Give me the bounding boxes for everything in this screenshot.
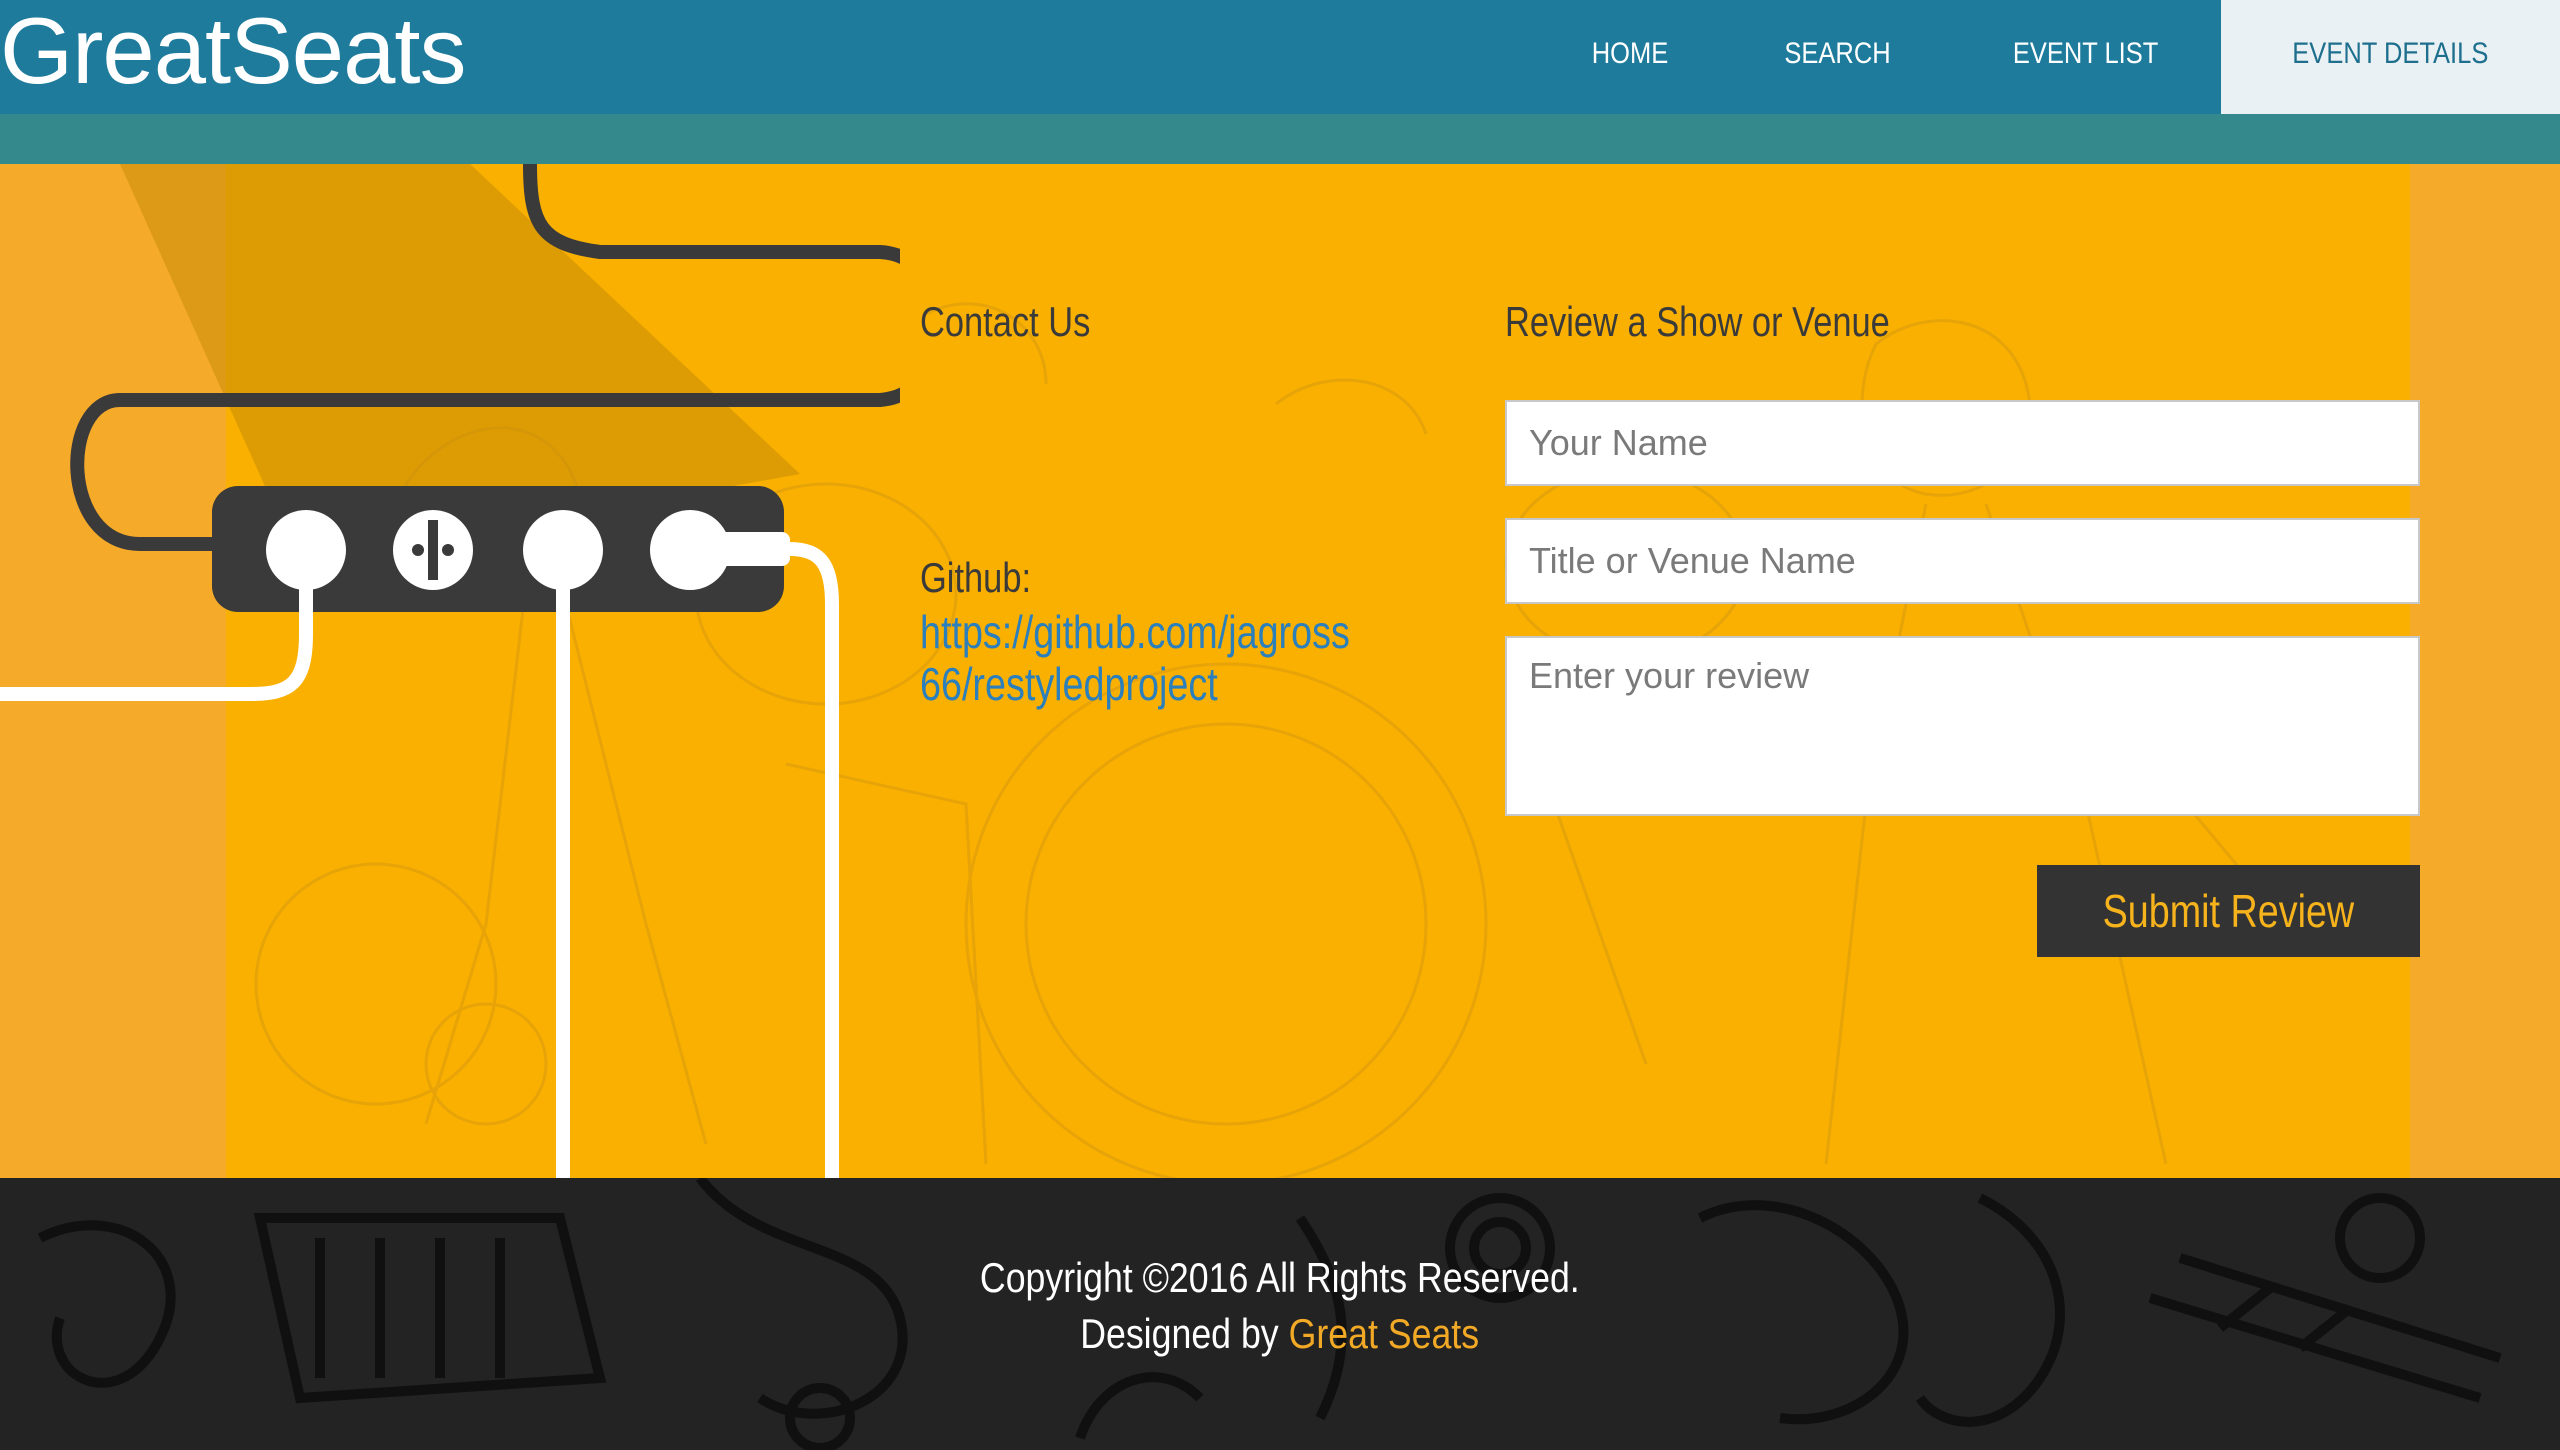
nav-item-event-list[interactable]: EVENT LIST — [1971, 0, 2201, 114]
contact-review-section: Contact Us Github: https://github.com/ja… — [0, 164, 2560, 1178]
footer-designed-line: Designed by Great Seats — [0, 1310, 2560, 1358]
footer-designed-wrap: Designed by Great Seats — [1081, 1310, 1480, 1358]
nav-item-event-details[interactable]: EVENT DETAILS — [2221, 0, 2560, 114]
name-input[interactable] — [1505, 400, 2420, 486]
review-heading: Review a Show or Venue — [1505, 298, 1890, 345]
brand-logo[interactable]: GreatSeats — [0, 0, 466, 108]
main-nav: HOME SEARCH EVENT LIST EVENT DETAILS — [1535, 0, 2560, 114]
footer-copyright: Copyright ©2016 All Rights Reserved. — [980, 1254, 1580, 1301]
nav-item-home[interactable]: HOME — [1549, 0, 1711, 114]
github-link[interactable]: https://github.com/jagross66/restyledpro… — [920, 606, 1363, 710]
footer-designer-link[interactable]: Great Seats — [1289, 1310, 1479, 1357]
contact-heading: Contact Us — [920, 298, 1091, 345]
submit-review-button[interactable]: Submit Review — [2037, 865, 2420, 957]
title-venue-input[interactable] — [1505, 518, 2420, 604]
nav-item-search[interactable]: SEARCH — [1742, 0, 1933, 114]
footer-designed-by: Designed by — [1080, 1310, 1280, 1357]
footer: Copyright ©2016 All Rights Reserved. Des… — [0, 1178, 2560, 1450]
nav-item-event-details-label: EVENT DETAILS — [2292, 37, 2489, 70]
power-strip-illustration — [0, 164, 900, 1178]
top-navbar: GreatSeats HOME SEARCH EVENT LIST EVENT … — [0, 0, 2560, 114]
github-label: Github: — [920, 554, 1032, 601]
review-textarea[interactable] — [1505, 636, 2420, 816]
header-subbar — [0, 114, 2560, 164]
submit-review-label: Submit Review — [2102, 885, 2355, 937]
footer-copyright-line: Copyright ©2016 All Rights Reserved. — [0, 1254, 2560, 1302]
